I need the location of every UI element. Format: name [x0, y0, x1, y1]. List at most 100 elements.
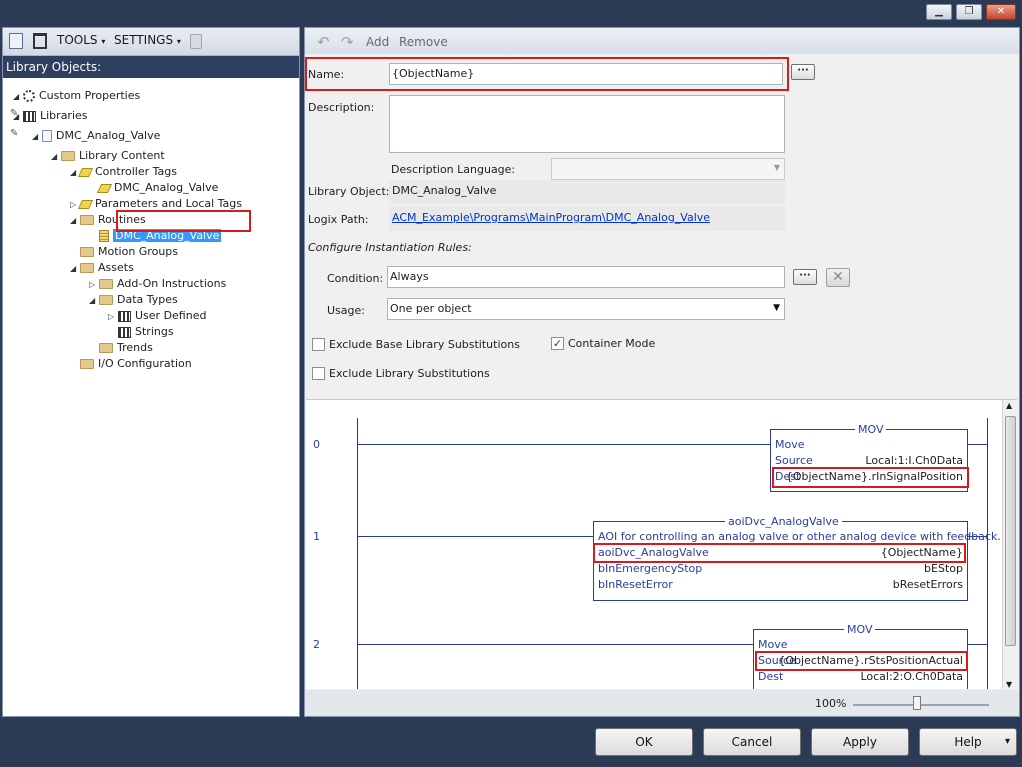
tree-item[interactable]: ◢ Libraries [13, 108, 88, 124]
tree-item[interactable]: ◢ Controller Tags [70, 164, 177, 180]
condition-field[interactable]: Always [387, 266, 785, 288]
close-button[interactable]: ✕ [986, 4, 1016, 20]
logix-path-label: Logix Path: [308, 213, 369, 226]
undo-icon[interactable]: ↶ [317, 33, 330, 51]
exclude-library-checkbox[interactable] [312, 367, 325, 380]
restore-button[interactable]: ❐ [956, 4, 982, 20]
apply-button[interactable]: Apply [811, 728, 909, 756]
left-power-rail [357, 418, 358, 689]
zoom-label: 100% [815, 697, 847, 710]
tree-item[interactable]: ◢ Assets [70, 260, 134, 276]
scroll-up-icon[interactable]: ▲ [1006, 401, 1012, 410]
logix-path-link[interactable]: ACM_Example\Programs\MainProgram\DMC_Ana… [392, 211, 710, 224]
dest-highlight [772, 467, 969, 488]
library-icon [23, 110, 36, 122]
ladder-view[interactable]: 0 MOV Move Source Local:1:I.Ch0Data Dest{… [306, 399, 1017, 689]
minimize-button[interactable]: ▁ [926, 4, 952, 20]
tree-item-label: Add-On Instructions [117, 277, 227, 290]
tree-item[interactable]: Strings [108, 324, 174, 340]
tree-item[interactable]: ◢ Library Content [51, 148, 165, 164]
cancel-button[interactable]: Cancel [703, 728, 801, 756]
library-objects-header: Library Objects: [3, 56, 299, 78]
expand-toggle-icon[interactable]: ◢ [70, 213, 80, 229]
tree-item[interactable]: ▷ User Defined [108, 308, 206, 324]
scrollbar-thumb[interactable] [1005, 416, 1016, 646]
tree-item-label: Custom Properties [39, 89, 141, 102]
instruction-title: MOV [844, 623, 876, 636]
folder-icon [80, 359, 94, 369]
library-objects-panel: TOOLS ▾ SETTINGS ▾ Library Objects: ◢ Cus… [2, 27, 300, 717]
chevron-down-icon: ▼ [773, 303, 780, 313]
document-icon [42, 130, 52, 142]
logix-path-field: ACM_Example\Programs\MainProgram\DMC_Ana… [389, 207, 785, 231]
tree-item[interactable]: ▷ Add-On Instructions [89, 276, 226, 292]
tree-item[interactable]: ◢ DMC_Analog_Valve [32, 128, 160, 144]
tree-item-label: Libraries [40, 109, 88, 122]
rung-line [968, 444, 988, 445]
new-object-icon[interactable] [9, 33, 23, 49]
expand-toggle-icon[interactable]: ▷ [89, 277, 99, 293]
selected-routine-highlight [116, 210, 251, 232]
library-object-label: Library Object: [308, 185, 390, 198]
tree-item[interactable]: ◢ Data Types [89, 292, 178, 308]
description-label: Description: [308, 101, 375, 114]
description-language-select[interactable]: ▼ [551, 158, 785, 180]
source-highlight [755, 651, 968, 671]
tree-item[interactable]: DMC_Analog_Valve [89, 180, 218, 196]
tools-menu[interactable]: TOOLS ▾ [57, 33, 105, 47]
aoi-operand-highlight [593, 543, 966, 563]
tree-item[interactable]: Motion Groups [70, 244, 178, 260]
gear-icon [23, 90, 35, 102]
tree-item-label: I/O Configuration [98, 357, 192, 370]
folder-icon [99, 343, 113, 353]
condition-clear-button[interactable]: ✕ [826, 268, 850, 287]
zoom-track[interactable] [853, 704, 989, 706]
condition-label: Condition: [327, 272, 384, 285]
delete-icon[interactable] [33, 33, 47, 49]
help-button[interactable]: Help ▾ [919, 728, 1017, 756]
container-mode-label: Container Mode [568, 337, 656, 350]
exclude-base-checkbox[interactable] [312, 338, 325, 351]
ladder-scrollbar[interactable]: ▲ ▼ [1002, 400, 1017, 689]
tree-item-label: Data Types [117, 293, 178, 306]
tag-icon [77, 167, 94, 177]
tree-item-label: DMC_Analog_Valve [56, 129, 161, 142]
expand-toggle-icon[interactable]: ▷ [108, 309, 118, 325]
tree-item-label: Strings [135, 325, 174, 338]
remove-button[interactable]: Remove [399, 35, 448, 49]
tree-item[interactable]: Trends [89, 340, 153, 356]
add-button[interactable]: Add [366, 35, 389, 49]
ok-button[interactable]: OK [595, 728, 693, 756]
expand-toggle-icon[interactable]: ◢ [32, 129, 42, 145]
pencil-icon: ✎ [10, 128, 19, 139]
condition-browse-button[interactable]: ··· [793, 269, 817, 285]
rung-line [357, 644, 753, 645]
instruction-row: bInResetError bResetErrors [598, 578, 963, 591]
tree-item-label: Controller Tags [95, 165, 177, 178]
refresh-icon[interactable] [190, 34, 202, 49]
container-mode-checkbox[interactable]: ✓ [551, 337, 564, 350]
tree-item[interactable]: I/O Configuration [70, 356, 192, 372]
left-toolbar: TOOLS ▾ SETTINGS ▾ [3, 28, 299, 56]
settings-menu[interactable]: SETTINGS ▾ [114, 33, 181, 47]
description-field[interactable] [389, 95, 785, 153]
rung-number: 2 [313, 638, 320, 651]
expand-toggle-icon[interactable]: ◢ [89, 293, 99, 309]
tag-icon [96, 183, 113, 193]
expand-toggle-icon[interactable]: ◢ [13, 89, 23, 105]
instantiation-rules-label: Configure Instantiation Rules: [308, 241, 472, 254]
routine-icon [99, 230, 109, 242]
zoom-bar: 100% [305, 690, 1019, 716]
expand-toggle-icon[interactable]: ◢ [70, 261, 80, 277]
expand-toggle-icon[interactable]: ◢ [51, 149, 61, 165]
name-field[interactable]: {ObjectName} [389, 63, 783, 85]
instruction-row: bInEmergencyStop bEStop [598, 562, 963, 575]
tree-item-label: Motion Groups [98, 245, 179, 258]
usage-select[interactable]: One per object ▼ [387, 298, 785, 320]
zoom-slider[interactable] [913, 696, 921, 710]
tree-item[interactable]: ◢ Custom Properties [13, 88, 140, 104]
scroll-down-icon[interactable]: ▼ [1006, 680, 1012, 689]
chevron-down-icon: ▼ [773, 163, 780, 172]
redo-icon[interactable]: ↷ [341, 33, 354, 51]
name-browse-button[interactable]: ··· [791, 64, 815, 80]
